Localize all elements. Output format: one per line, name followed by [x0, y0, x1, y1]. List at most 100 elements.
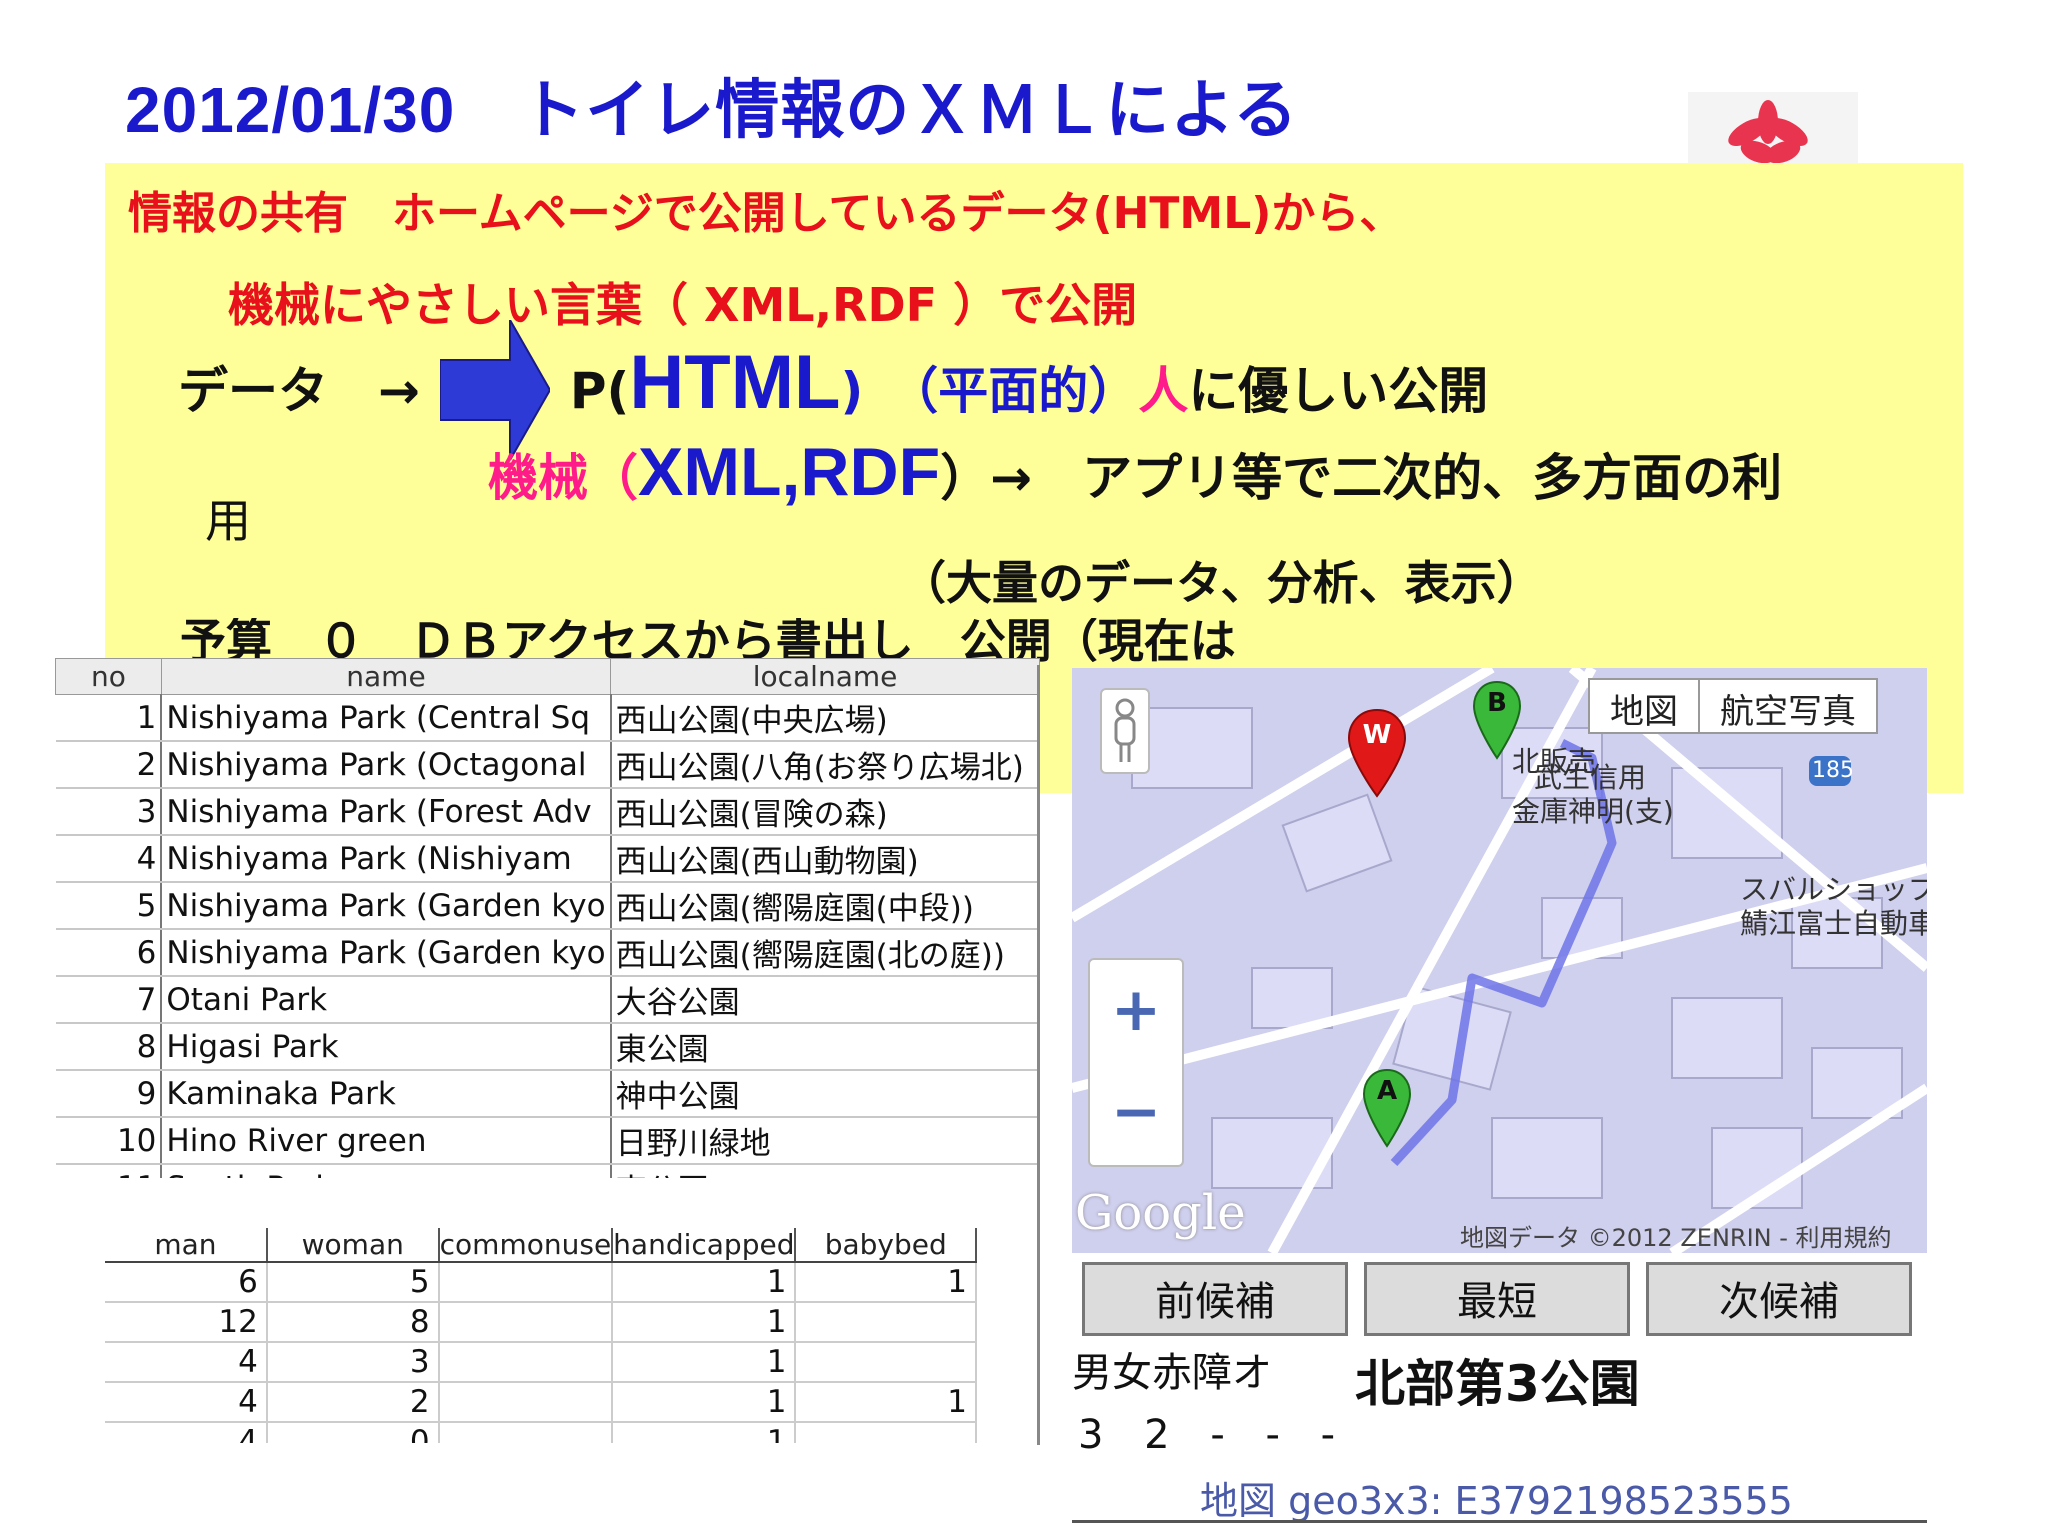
cell-handicapped: 1: [612, 1342, 797, 1383]
map-credit[interactable]: 地図データ ©2012 ZENRIN - 利用規約: [1460, 1218, 1892, 1253]
cell-no: 2: [55, 741, 163, 789]
marker-w-label: W: [1362, 720, 1392, 750]
prev-candidate-button[interactable]: 前候補: [1082, 1262, 1348, 1336]
cell-no: 6: [55, 929, 163, 977]
table-row: 4 Nishiyama Park (Nishiyam 西山公園(西山動物園): [55, 835, 1040, 883]
map-label-bank2: 金庫神明(支): [1512, 795, 1674, 828]
facility-table: man woman commonuse handicapped babybed …: [105, 1228, 977, 1443]
col-header-woman: woman: [266, 1228, 440, 1263]
cell-no: 8: [55, 1023, 163, 1071]
machine-line-wrap: 用: [205, 494, 251, 548]
facility-table-wrap: man woman commonuse handicapped babybed …: [105, 1228, 977, 1443]
cell-woman: 0: [266, 1422, 440, 1443]
cell-no: 9: [55, 1070, 163, 1118]
cell-localname: 西山公園(冒険の森): [610, 788, 1040, 836]
machine-friendly-line: 機械にやさしい言葉（ XML,RDF ）で公開: [228, 278, 1138, 332]
cell-man: 4: [105, 1382, 268, 1423]
cell-name: Kaminaka Park: [161, 1070, 612, 1118]
table-row: 8 Higasi Park 東公園: [55, 1023, 1040, 1071]
table-row: 43 1: [105, 1342, 977, 1383]
cell-commonuse: [438, 1422, 614, 1443]
data-arrow-text-c: に優しい公開: [1188, 362, 1489, 420]
cell-woman: 3: [266, 1342, 440, 1383]
street-view-icon: [1114, 698, 1136, 762]
cell-handicapped: 1: [612, 1382, 797, 1423]
table-row: 65 11: [105, 1262, 977, 1303]
cell-woman: 5: [266, 1262, 440, 1303]
cell-no: 3: [55, 788, 163, 836]
cell-name: Nishiyama Park (Garden kyo: [161, 929, 612, 977]
marker-a-label: A: [1376, 1076, 1398, 1106]
cell-name: South Park: [161, 1164, 612, 1178]
cell-localname: 東公園: [610, 1023, 1040, 1071]
route-badge: 185: [1812, 758, 1854, 783]
cell-babybed: [795, 1302, 977, 1343]
table-row: 7 Otani Park 大谷公園: [55, 976, 1040, 1024]
cell-man: 6: [105, 1262, 268, 1303]
data-arrow-text-a: データ → P(: [178, 362, 630, 420]
cell-handicapped: 1: [612, 1302, 797, 1343]
cell-babybed: [795, 1422, 977, 1443]
table-row: 40 1: [105, 1422, 977, 1443]
cell-handicapped: 1: [612, 1422, 797, 1443]
data-arrow-line: データ → P(HTML) （平面的）人に優しい公開: [178, 345, 1488, 421]
map-label-shop2: 鯖江富士自動車: [1740, 907, 1927, 940]
col-header-handicapped: handicapped: [612, 1228, 797, 1263]
cell-localname: 西山公園(八角(お祭り広場北): [610, 741, 1040, 789]
cell-woman: 2: [266, 1382, 440, 1423]
facility-attrs: 男女赤障オ: [1072, 1350, 1272, 1396]
cell-localname: 神中公園: [610, 1070, 1040, 1118]
marker-b-label: B: [1487, 688, 1507, 718]
facility-name: 北部第3公園: [1355, 1355, 1640, 1413]
cell-babybed: 1: [795, 1382, 977, 1423]
table-row: 2 Nishiyama Park (Octagonal 西山公園(八角(お祭り広場北…: [55, 741, 1040, 789]
next-candidate-button[interactable]: 次候補: [1646, 1262, 1912, 1336]
machine-label: 機械（: [488, 449, 638, 507]
map-view[interactable]: 北販売 武生信用 金庫神明(支) スバルショップ 鯖江富士自動車 185 W B…: [1072, 668, 1927, 1253]
marker-w[interactable]: W: [1347, 708, 1407, 798]
zoom-in-button[interactable]: +: [1090, 960, 1182, 1060]
cell-man: 4: [105, 1342, 268, 1383]
cell-no: 4: [55, 835, 163, 883]
table-row: 3 Nishiyama Park (Forest Adv 西山公園(冒険の森): [55, 788, 1040, 836]
shortest-button[interactable]: 最短: [1364, 1262, 1630, 1336]
zoom-out-button[interactable]: −: [1090, 1062, 1182, 1162]
table-row: 5 Nishiyama Park (Garden kyo 西山公園(嚮陽庭園(中段)…: [55, 882, 1040, 930]
cell-no: 1: [55, 694, 163, 742]
marker-b[interactable]: B: [1472, 680, 1522, 760]
cell-localname: 西山公園(嚮陽庭園(北の庭)): [610, 929, 1040, 977]
budget-line: 予算 ０ ＤＢアクセスから書出し 公開（現在は: [180, 618, 1236, 663]
cell-commonuse: [438, 1262, 614, 1303]
cell-localname: 西山公園(西山動物園): [610, 835, 1040, 883]
cell-localname: 大谷公園: [610, 976, 1040, 1024]
table-row: 42 11: [105, 1382, 977, 1423]
cell-localname: 日野川緑地: [610, 1117, 1040, 1165]
cell-no: 11: [55, 1164, 163, 1178]
map-type-map-button[interactable]: 地図: [1590, 680, 1698, 732]
map-type-toggle: 地図 航空写真: [1588, 678, 1878, 734]
geo-link[interactable]: 地図 geo3x3: E3792198523555: [1200, 1470, 1793, 1525]
col-header-no: no: [55, 658, 162, 695]
cell-commonuse: [438, 1382, 614, 1423]
table-row: 1 Nishiyama Park (Central Sq 西山公園(中央広場): [55, 694, 1040, 742]
marker-a[interactable]: A: [1362, 1068, 1412, 1148]
cell-name: Nishiyama Park (Forest Adv: [161, 788, 612, 836]
col-header-babybed: babybed: [795, 1228, 977, 1263]
cell-localname: 西山公園(中央広場): [610, 694, 1040, 742]
divider: [1072, 1520, 1927, 1523]
col-header-name: name: [160, 658, 612, 695]
park-table: no name localname 1 Nishiyama Park (Centr…: [55, 658, 1040, 1178]
map-type-satellite-button[interactable]: 航空写真: [1698, 680, 1876, 732]
cell-no: 5: [55, 882, 163, 930]
table-row: 9 Kaminaka Park 神中公園: [55, 1070, 1040, 1118]
machine-line: 機械（XML,RDF）→ アプリ等で二次的、多方面の利: [488, 438, 1782, 506]
cell-man: 12: [105, 1302, 268, 1343]
col-header-localname: localname: [610, 658, 1040, 695]
info-sharing-text: ホームページで公開しているデータ(HTML)から、: [392, 188, 1404, 239]
pegman-icon[interactable]: [1100, 688, 1150, 774]
col-header-man: man: [105, 1228, 268, 1263]
cell-commonuse: [438, 1342, 614, 1383]
divider: [1037, 665, 1040, 1445]
table-row: 12 8 1: [105, 1302, 977, 1343]
zoom-control: + −: [1088, 958, 1184, 1167]
